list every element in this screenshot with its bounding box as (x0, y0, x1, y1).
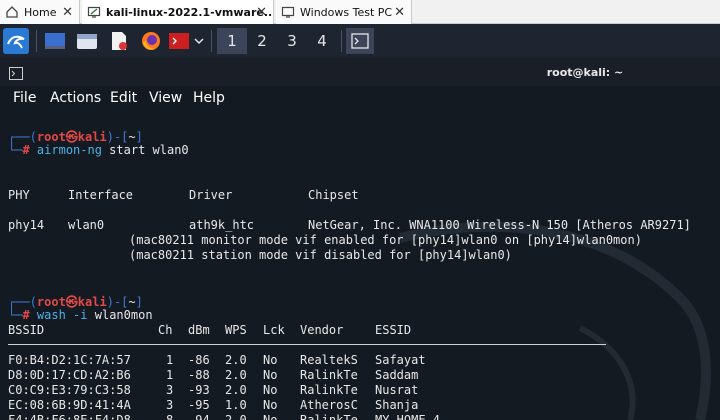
wash-cell-wps: 2.0 (225, 383, 247, 397)
airmon-header-driver: Driver (189, 188, 233, 202)
wash-cell-lck: No (263, 413, 278, 420)
terminal-launcher-icon[interactable] (168, 28, 190, 54)
kali-menu-icon[interactable] (2, 28, 30, 54)
wash-col-dbm: dBm (188, 323, 210, 337)
tab-home-label: Home (24, 5, 57, 19)
vm-tab-bar: Home ✕ kali-linux-2022.1-vmware... ✕ Win… (0, 0, 720, 24)
wash-col-bssid: BSSID (8, 323, 45, 337)
wash-cell-essid: MY HOME 4 (375, 413, 441, 420)
menu-actions[interactable]: Actions (50, 90, 101, 106)
firefox-icon[interactable] (138, 28, 164, 54)
kali-panel: 1 2 3 4 (0, 24, 720, 58)
wash-cell-vendor: RalinkTe (300, 413, 358, 420)
text-editor-icon[interactable] (106, 28, 132, 54)
tab-windows-test-pc[interactable]: Windows Test PC ✕ (276, 0, 412, 24)
airmon-row-chipset: NetGear, Inc. WNA1100 Wireless-N 150 [At… (308, 218, 691, 232)
wash-cell-ch: 1 (166, 368, 174, 382)
workspace-4[interactable]: 4 (307, 28, 337, 54)
wash-cell-bssid: F4:4B:F6:8E:F4:D8 (8, 413, 131, 420)
workspace-1[interactable]: 1 (217, 28, 247, 54)
vm-icon (281, 5, 295, 19)
terminal-menubar: File Actions Edit View Help (0, 86, 720, 112)
wash-cell-ch: 8 (166, 413, 174, 420)
tab-home[interactable]: Home ✕ (0, 0, 80, 24)
terminal-taskbar-icon[interactable] (346, 28, 374, 54)
file-manager-icon[interactable] (74, 28, 100, 54)
airmon-header-phy: PHY (8, 188, 30, 202)
tab-windows-test-pc-label: Windows Test PC (300, 5, 393, 19)
airmon-message: (mac80211 monitor mode vif enabled for [… (129, 233, 642, 247)
menu-file[interactable]: File (13, 90, 36, 106)
wash-col-essid: ESSID (375, 323, 412, 337)
wash-cell-dbm: -88 (188, 368, 210, 382)
wash-cell-wps: 1.0 (225, 398, 247, 412)
airmon-header-interface: Interface (68, 188, 134, 202)
wash-cell-vendor: RealtekS (300, 353, 358, 367)
wash-cell-bssid: F0:B4:D2:1C:7A:57 (8, 353, 131, 367)
terminal-window[interactable]: root@kali: ~ File Actions Edit View Help… (0, 58, 720, 420)
wash-cell-vendor: AtherosC (300, 398, 358, 412)
wash-cell-lck: No (263, 383, 278, 397)
menu-edit[interactable]: Edit (110, 90, 137, 106)
wash-cell-bssid: C0:C9:E3:79:C3:58 (8, 383, 131, 397)
command-line-2: └─# wash -i wlan0mon (8, 308, 153, 322)
wash-cell-essid: Shanja (375, 398, 419, 412)
wash-cell-ch: 3 (166, 383, 174, 397)
wash-cell-lck: No (263, 368, 278, 382)
close-icon[interactable]: ✕ (62, 5, 73, 20)
close-icon[interactable]: ✕ (394, 5, 405, 20)
wash-cell-wps: 2.0 (225, 353, 247, 367)
wash-cell-ch: 1 (166, 353, 174, 367)
command-line-1: └─# airmon-ng start wlan0 (8, 143, 189, 157)
wash-cell-lck: No (263, 398, 278, 412)
wash-col-ch: Ch (158, 323, 173, 337)
wash-cell-wps: 2.0 (225, 413, 247, 420)
airmon-message: (mac80211 station mode vif disabled for … (129, 248, 512, 262)
wash-cell-wps: 2.0 (225, 368, 247, 382)
wash-col-vendor: Vendor (300, 323, 344, 337)
wash-cell-essid: Nusrat (375, 383, 419, 397)
wash-cell-essid: Saddam (375, 368, 419, 382)
wash-cell-dbm: -95 (188, 398, 210, 412)
vm-icon (87, 5, 101, 19)
wash-col-wps: WPS (225, 323, 247, 337)
menu-view[interactable]: View (149, 90, 182, 106)
menu-help[interactable]: Help (193, 90, 225, 106)
wash-divider (8, 344, 606, 345)
workspace-2[interactable]: 2 (247, 28, 277, 54)
chevron-down-icon[interactable] (190, 28, 208, 54)
close-icon[interactable]: ✕ (256, 5, 267, 20)
airmon-row-driver: ath9k_htc (189, 218, 255, 232)
wash-cell-dbm: -86 (188, 353, 210, 367)
wash-cell-vendor: RalinkTe (300, 383, 358, 397)
wash-col-lck: Lck (263, 323, 285, 337)
airmon-header-chipset: Chipset (308, 188, 359, 202)
home-icon (5, 5, 19, 19)
wash-cell-bssid: D8:0D:17:CD:A2:B6 (8, 368, 131, 382)
show-desktop-icon[interactable] (42, 28, 68, 54)
wash-cell-essid: Safayat (375, 353, 426, 367)
wash-cell-lck: No (263, 353, 278, 367)
wash-cell-bssid: EC:08:6B:9D:41:4A (8, 398, 131, 412)
workspace-3[interactable]: 3 (277, 28, 307, 54)
tab-kali-vm-label: kali-linux-2022.1-vmware... (106, 5, 274, 19)
wash-cell-vendor: RalinkTe (300, 368, 358, 382)
terminal-title: root@kali: ~ (546, 66, 624, 79)
tab-kali-vm[interactable]: kali-linux-2022.1-vmware... ✕ (82, 0, 274, 24)
wash-cell-ch: 3 (166, 398, 174, 412)
wash-cell-dbm: -93 (188, 383, 210, 397)
airmon-row-interface: wlan0 (68, 218, 105, 232)
airmon-row-phy: phy14 (8, 218, 45, 232)
terminal-titlebar: root@kali: ~ (0, 58, 720, 86)
wash-cell-dbm: -94 (188, 413, 210, 420)
